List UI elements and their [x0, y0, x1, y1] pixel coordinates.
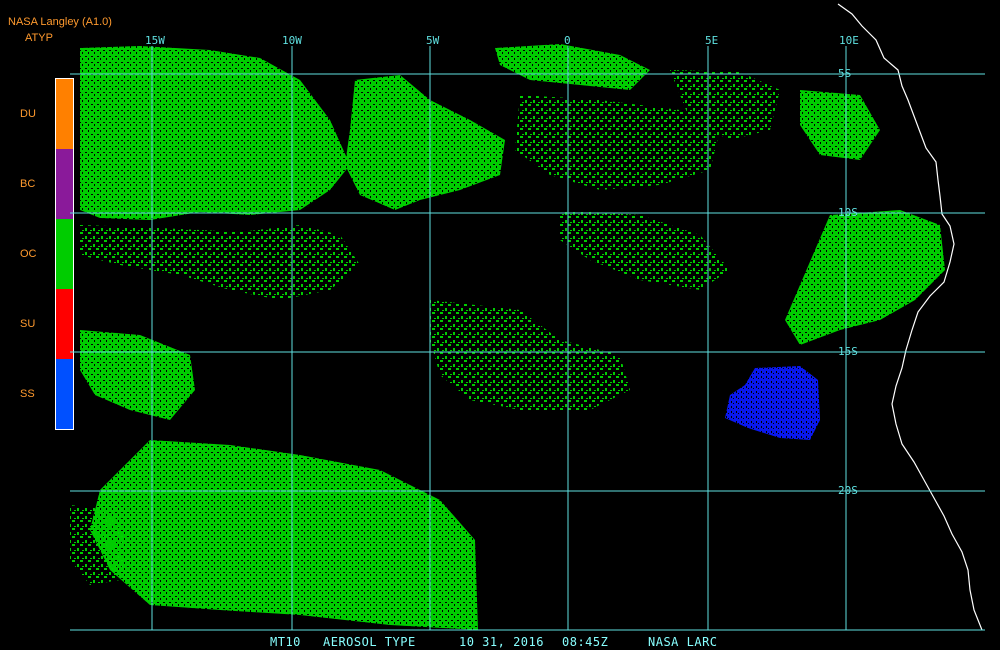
lon-label-15w: 15W [145, 34, 165, 47]
footer-date: 10 31, 2016 [459, 635, 544, 649]
footer-source: NASA LARC [648, 635, 718, 649]
aerosol-ss-patch [725, 366, 820, 440]
lat-label-10s: 10S [838, 206, 858, 219]
footer-product: AEROSOL TYPE [323, 635, 416, 649]
footer-time: 08:45Z [562, 635, 609, 649]
aerosol-oc-patches [70, 44, 945, 630]
lon-label-10e: 10E [839, 34, 859, 47]
footer-satellite: MT10 [270, 635, 301, 649]
lat-label-20s: 20S [838, 484, 858, 497]
lon-label-5e: 5E [705, 34, 718, 47]
lon-label-5w: 5W [426, 34, 440, 47]
aerosol-map: 15W 10W 5W 0 5E 10E 5S 10S 15S 20S [70, 3, 985, 631]
lon-label-10w: 10W [282, 34, 302, 47]
lat-label-15s: 15S [838, 345, 858, 358]
lon-label-0: 0 [564, 34, 571, 47]
lat-label-5s: 5S [838, 67, 851, 80]
